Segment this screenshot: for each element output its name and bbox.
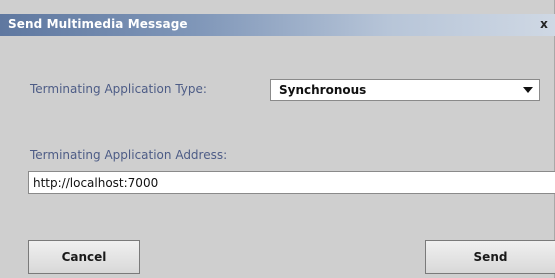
terminating-application-address-input[interactable] bbox=[28, 171, 555, 194]
terminating-application-type-dropdown[interactable]: Synchronous bbox=[270, 79, 540, 101]
terminating-application-address-label: Terminating Application Address: bbox=[30, 148, 228, 162]
terminating-application-type-label: Terminating Application Type: bbox=[30, 82, 207, 96]
title-bar[interactable]: Send Multimedia Message x bbox=[0, 14, 555, 36]
send-button[interactable]: Send bbox=[425, 240, 555, 274]
dropdown-selected-value: Synchronous bbox=[279, 83, 367, 97]
window-title: Send Multimedia Message bbox=[8, 17, 188, 31]
close-button[interactable]: x bbox=[537, 17, 551, 31]
send-multimedia-message-dialog: Send Multimedia Message x Terminating Ap… bbox=[0, 0, 555, 278]
chevron-down-icon[interactable] bbox=[523, 87, 533, 93]
cancel-button[interactable]: Cancel bbox=[28, 240, 140, 274]
